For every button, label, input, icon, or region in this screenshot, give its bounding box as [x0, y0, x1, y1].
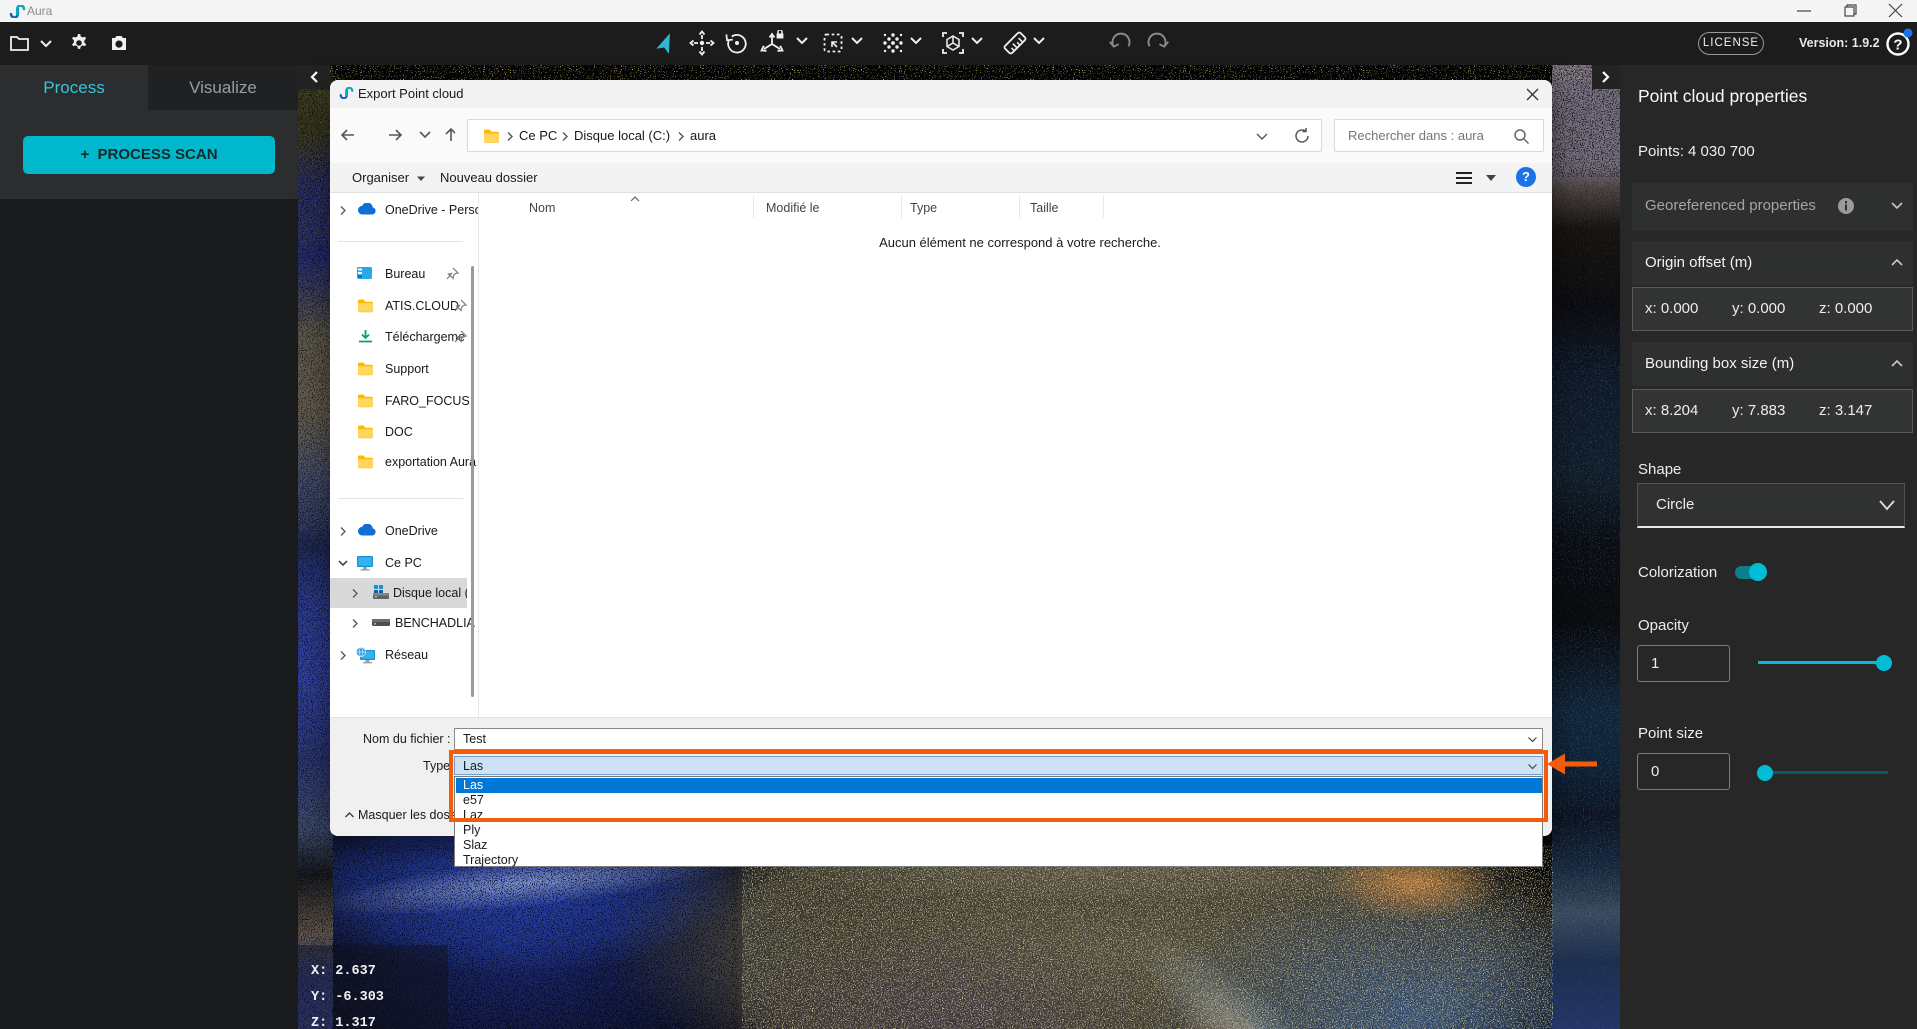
svg-text:?: ? — [1893, 37, 1902, 54]
